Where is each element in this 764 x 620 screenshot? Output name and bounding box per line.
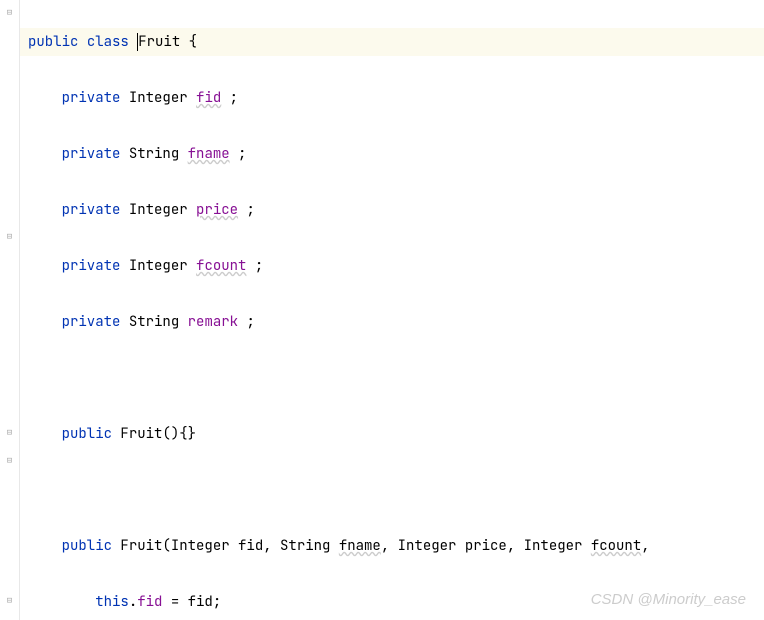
- fold-icon[interactable]: ⊟: [5, 596, 14, 605]
- code-editor[interactable]: ⊟ ⊟ ⊟ ⊟ ⊟ public class Fruit { private I…: [0, 0, 764, 620]
- fold-icon[interactable]: ⊟: [5, 232, 14, 241]
- fold-icon[interactable]: ⊟: [5, 456, 14, 465]
- fold-icon[interactable]: ⊟: [5, 8, 14, 17]
- code-line[interactable]: [20, 476, 764, 504]
- code-line[interactable]: public Fruit(Integer fid, String fname, …: [20, 532, 764, 560]
- code-line[interactable]: private Integer fid ;: [20, 84, 764, 112]
- fold-icon[interactable]: ⊟: [5, 428, 14, 437]
- code-line[interactable]: private Integer price ;: [20, 196, 764, 224]
- code-line[interactable]: public Fruit(){}: [20, 420, 764, 448]
- gutter: ⊟ ⊟ ⊟ ⊟ ⊟: [0, 0, 20, 620]
- code-line[interactable]: private String remark ;: [20, 308, 764, 336]
- code-line[interactable]: public class Fruit {: [20, 28, 764, 56]
- code-line[interactable]: this.fid = fid;: [20, 588, 764, 616]
- code-content[interactable]: public class Fruit { private Integer fid…: [20, 0, 764, 620]
- code-line[interactable]: private Integer fcount ;: [20, 252, 764, 280]
- code-line[interactable]: [20, 364, 764, 392]
- code-line[interactable]: private String fname ;: [20, 140, 764, 168]
